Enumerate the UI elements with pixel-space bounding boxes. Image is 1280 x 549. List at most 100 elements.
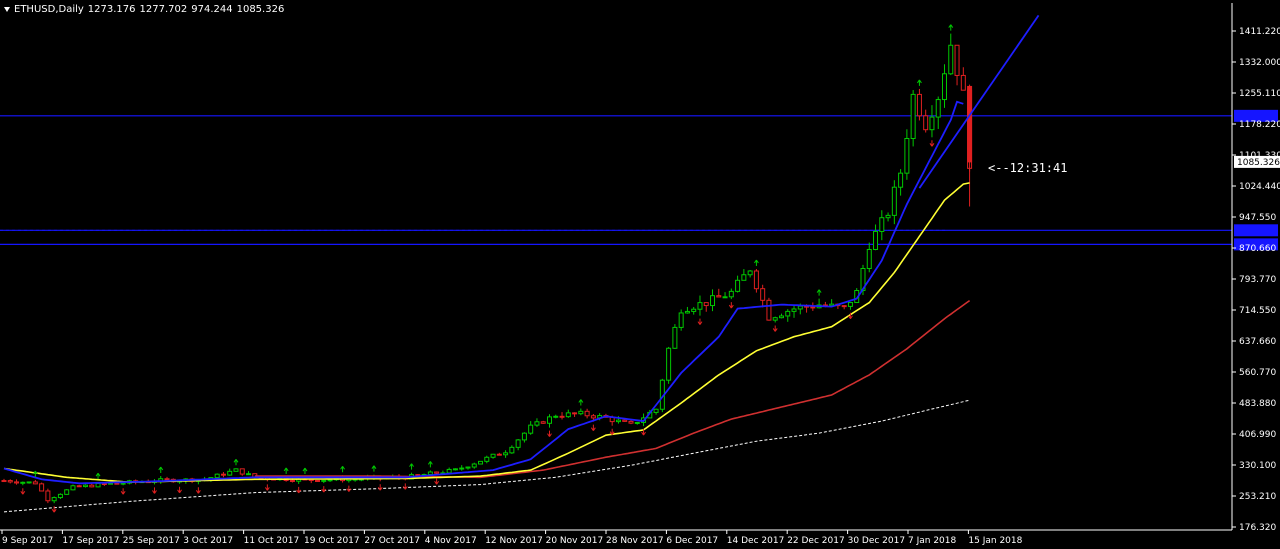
candle-up — [891, 186, 897, 216]
fractal-up-arrow — [917, 79, 922, 86]
candle-down — [89, 484, 95, 488]
chart-header: ETHUSD,Daily 1273.176 1277.702 974.244 1085.… — [4, 4, 288, 15]
candle-up — [321, 479, 327, 482]
candle-up — [83, 484, 89, 488]
candle-up — [866, 248, 872, 269]
x-tick-label: 22 Dec 2017 — [787, 536, 845, 546]
candle-down — [916, 93, 922, 117]
y-tick-label: 253.210 — [1239, 492, 1276, 502]
x-tick-label: 4 Nov 2017 — [425, 536, 477, 546]
candle-up — [227, 470, 233, 476]
candle-up — [51, 497, 57, 502]
candle-down — [7, 480, 13, 483]
fractal-up-arrow — [233, 459, 239, 466]
candle-up — [565, 412, 571, 418]
candle-down — [220, 473, 226, 476]
candle-down — [289, 479, 295, 482]
candle-up — [427, 471, 433, 476]
candle-down — [164, 478, 170, 481]
collapse-triangle-icon[interactable] — [4, 6, 10, 12]
x-tick-label: 25 Sep 2017 — [123, 536, 180, 546]
ma-mid-line — [3, 182, 970, 483]
candle-up — [452, 468, 458, 471]
candle-down — [540, 421, 546, 424]
fractal-up-arrow — [578, 399, 584, 406]
candle-up — [741, 274, 747, 281]
candle-down — [39, 483, 45, 492]
chart-window[interactable]: 1411.2201332.0001255.1101178.2201101.330… — [0, 0, 1280, 549]
y-tick-label: 406.990 — [1239, 430, 1276, 440]
fractal-down-arrow — [264, 484, 270, 491]
symbol-label: ETHUSD,Daily — [14, 4, 84, 15]
candle-up — [653, 408, 659, 413]
fractal-down-arrow — [728, 302, 734, 309]
candle-up — [528, 424, 534, 434]
candle-current — [967, 85, 973, 163]
fractal-down-arrow — [120, 488, 126, 495]
candle-down — [559, 415, 565, 418]
candles — [1, 33, 973, 504]
candle-up — [684, 310, 690, 314]
candle-down — [622, 419, 628, 422]
candle-up — [26, 481, 32, 484]
candle-up — [578, 410, 584, 415]
x-tick-label: 17 Sep 2017 — [62, 536, 119, 546]
fractal-up-arrow — [409, 463, 414, 470]
candle-up — [697, 302, 703, 310]
candle-up — [728, 290, 734, 298]
candle-down — [628, 420, 634, 424]
fractal-down-arrow — [152, 487, 157, 494]
x-tick-label: 20 Nov 2017 — [546, 536, 604, 546]
fractal-down-arrow — [772, 325, 778, 332]
candle-up — [910, 93, 916, 140]
candle-up — [503, 452, 509, 456]
moving-averages — [3, 100, 971, 513]
candle-down — [584, 410, 590, 417]
candle-up — [546, 416, 552, 424]
candle-up — [515, 439, 521, 448]
price-chart[interactable]: 1411.2201332.0001255.1101178.2201101.330… — [0, 0, 1280, 549]
horizontal-levels — [0, 109, 1278, 251]
candle-up — [233, 468, 239, 472]
candle-down — [760, 288, 766, 301]
x-tick-label: 3 Oct 2017 — [183, 536, 233, 546]
x-tick-label: 27 Oct 2017 — [364, 536, 420, 546]
fractal-down-arrow — [177, 486, 182, 494]
fractal-up-arrow — [95, 472, 101, 480]
y-tick-label: 793.770 — [1239, 275, 1276, 285]
candle-up — [797, 305, 803, 310]
x-tick-label: 30 Dec 2017 — [848, 536, 906, 546]
candle-up — [847, 302, 853, 307]
x-tick-label: 15 Jan 2018 — [968, 536, 1022, 546]
candle-up — [446, 468, 452, 474]
fractal-markers — [20, 24, 954, 513]
ma-slow-line — [254, 299, 971, 479]
x-tick-label: 14 Dec 2017 — [727, 536, 785, 546]
candle-up — [20, 481, 26, 484]
candle-up — [634, 421, 640, 424]
candle-up — [873, 230, 879, 250]
fractal-down-arrow — [434, 478, 440, 485]
candle-up — [898, 172, 904, 188]
y-tick-label: 176.320 — [1239, 523, 1276, 533]
candle-up — [95, 482, 101, 488]
y-tick-label: 1255.110 — [1239, 89, 1280, 99]
candle-up — [57, 493, 63, 499]
y-tick-label: 1411.220 — [1239, 27, 1280, 37]
candle-up — [246, 473, 252, 476]
fractal-down-arrow — [51, 506, 57, 513]
candle-up — [785, 310, 791, 317]
candle-up — [929, 116, 935, 131]
candle-up — [484, 456, 490, 462]
candle-up — [942, 73, 947, 101]
x-tick-label: 7 Jan 2018 — [908, 536, 956, 546]
candle-down — [841, 305, 847, 308]
y-tick-label: 1332.000 — [1239, 58, 1280, 68]
candle-down — [434, 471, 440, 474]
candle-up — [778, 315, 784, 319]
candle-down — [14, 481, 20, 484]
fractal-up-arrow — [948, 24, 954, 31]
candle-up — [509, 446, 515, 454]
high-value: 1277.702 — [139, 4, 188, 15]
candle-up — [459, 467, 465, 470]
